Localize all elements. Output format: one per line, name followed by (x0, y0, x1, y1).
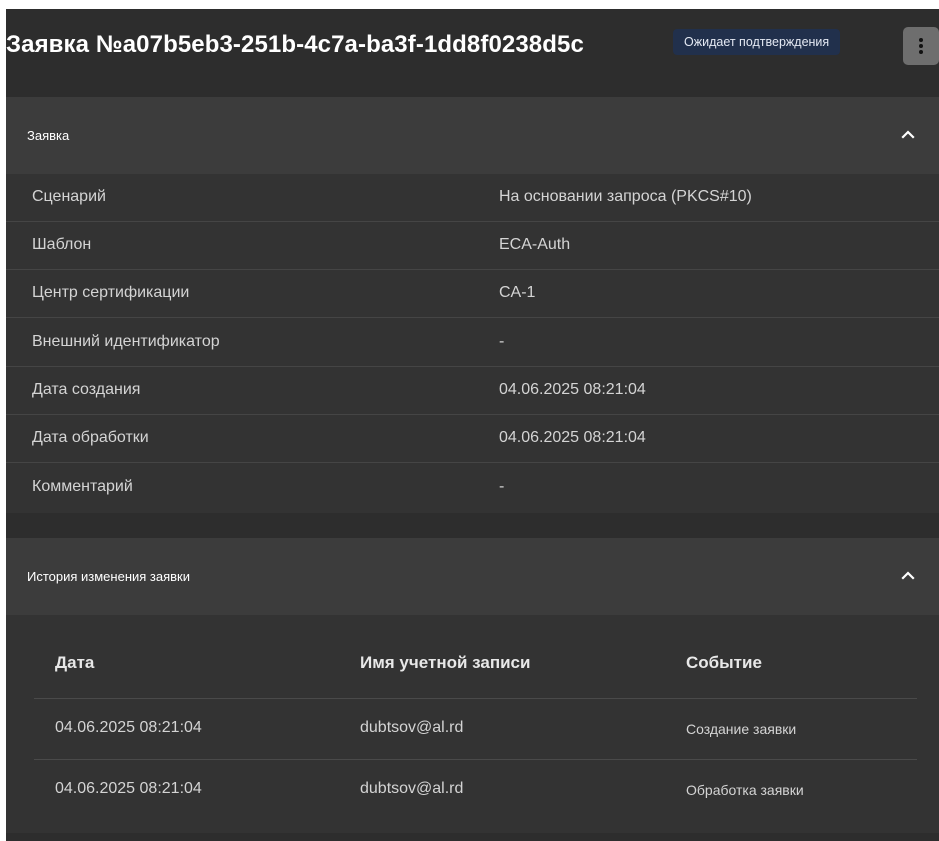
chevron-up-icon[interactable] (900, 126, 916, 142)
table-header: Дата Имя учетной записи Событие (34, 615, 917, 699)
detail-label: Центр сертификации (32, 284, 190, 301)
cell-date: 04.06.2025 08:21:04 (55, 719, 202, 736)
status-badge: Ожидает подтверждения (673, 29, 841, 55)
detail-row-processed: Дата обработки 04.06.2025 08:21:04 (6, 415, 939, 463)
cell-account: dubtsov@al.rd (360, 780, 464, 797)
detail-label: Дата обработки (32, 429, 149, 446)
page-header: Заявка №a07b5eb3-251b-4c7a-ba3f-1dd8f023… (6, 9, 939, 97)
detail-row-scenario: Сценарий На основании запроса (PKCS#10) (6, 174, 939, 222)
table-row: 04.06.2025 08:21:04 dubtsov@al.rd Обрабо… (34, 760, 917, 821)
detail-value: CA-1 (499, 284, 536, 301)
detail-label: Комментарий (32, 478, 133, 495)
request-history-section: История изменения заявки Дата Имя учетно… (6, 538, 939, 841)
detail-label: Внешний идентификатор (32, 333, 220, 350)
request-details-section: Заявка Сценарий На основании запроса (PK… (6, 97, 939, 513)
cell-date: 04.06.2025 08:21:04 (55, 780, 202, 797)
column-header-account: Имя учетной записи (360, 653, 531, 672)
history-table: Дата Имя учетной записи Событие 04.06.20… (6, 615, 939, 833)
detail-value: 04.06.2025 08:21:04 (499, 429, 646, 446)
request-details-header[interactable]: Заявка (6, 97, 939, 174)
detail-row-template: Шаблон ECA-Auth (6, 222, 939, 270)
cell-event: Создание заявки (686, 721, 797, 737)
table-row: 04.06.2025 08:21:04 dubtsov@al.rd Создан… (34, 699, 917, 760)
detail-value: ECA-Auth (499, 236, 571, 253)
detail-row-ca: Центр сертификации CA-1 (6, 270, 939, 318)
cell-account: dubtsov@al.rd (360, 719, 464, 736)
page-title: Заявка №a07b5eb3-251b-4c7a-ba3f-1dd8f023… (6, 31, 584, 58)
cell-event: Обработка заявки (686, 782, 804, 798)
chevron-up-icon[interactable] (900, 567, 916, 583)
detail-row-external-id: Внешний идентификатор - (6, 319, 939, 367)
section-title: История изменения заявки (27, 569, 191, 584)
detail-label: Шаблон (32, 236, 92, 253)
detail-label: Дата создания (32, 381, 141, 398)
request-history-header[interactable]: История изменения заявки (6, 538, 939, 615)
request-page: Заявка №a07b5eb3-251b-4c7a-ba3f-1dd8f023… (6, 9, 939, 841)
detail-label: Сценарий (32, 188, 106, 205)
column-header-event: Событие (686, 653, 762, 672)
column-header-date: Дата (55, 653, 95, 672)
detail-value: 04.06.2025 08:21:04 (499, 381, 646, 398)
section-title: Заявка (27, 128, 70, 143)
detail-value: На основании запроса (PKCS#10) (499, 188, 752, 205)
detail-row-created: Дата создания 04.06.2025 08:21:04 (6, 367, 939, 415)
detail-value: - (499, 333, 505, 350)
more-actions-button[interactable] (903, 27, 939, 65)
detail-row-comment: Комментарий - (6, 464, 939, 512)
request-details-list: Сценарий На основании запроса (PKCS#10) … (6, 174, 939, 513)
detail-value: - (499, 478, 505, 495)
